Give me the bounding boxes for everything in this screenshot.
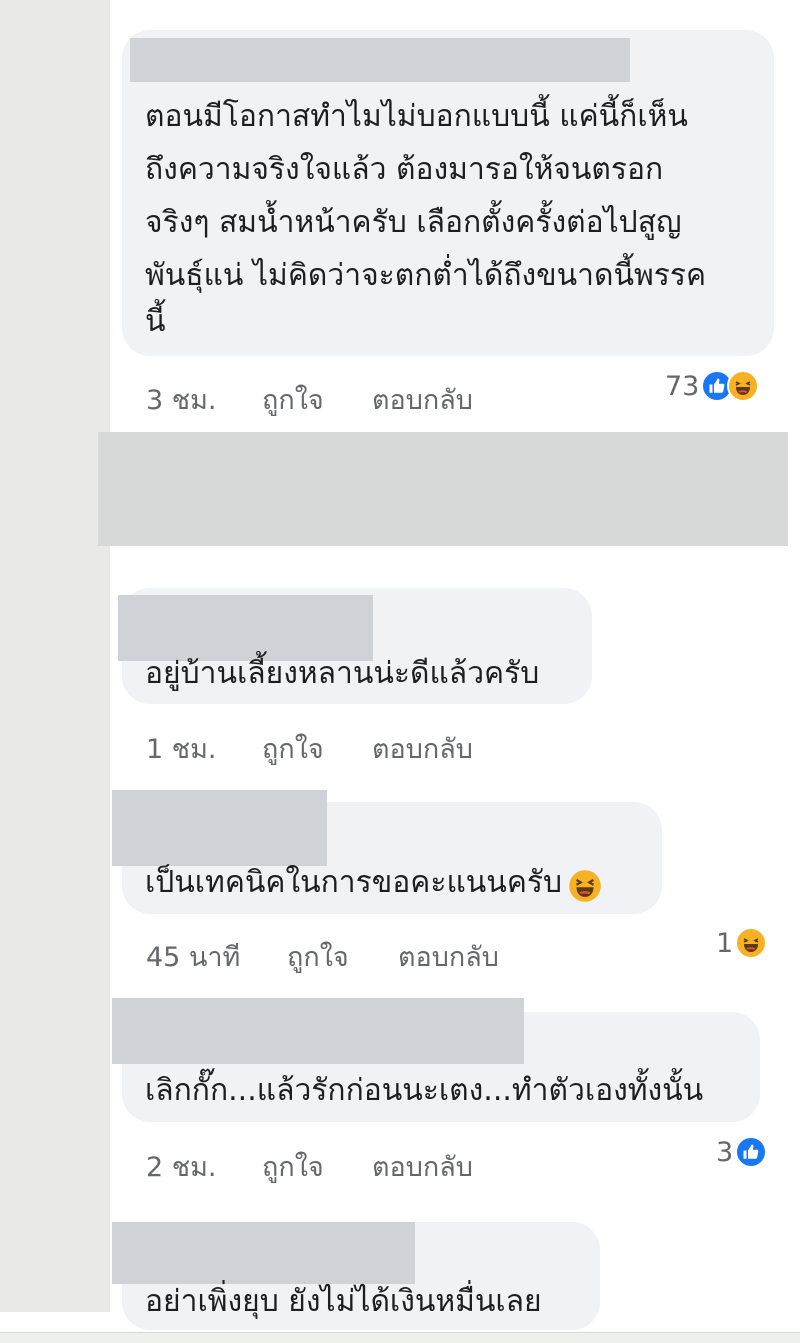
reaction-summary[interactable]: 3 bbox=[716, 1136, 768, 1168]
comment-text-line: นี้ bbox=[145, 304, 166, 339]
comment-text-line: จริงๆ สมน้ำหน้าครับ เลือกตั้งครั้งต่อไปส… bbox=[145, 205, 682, 240]
comment-text-line: เลิกกั๊ก...แล้วรักก่อนนะเตง...ทำตัวเองทั… bbox=[145, 1073, 704, 1108]
laughing-emoji-icon bbox=[568, 867, 602, 902]
haha-icon bbox=[727, 370, 760, 402]
reaction-summary[interactable]: 1 bbox=[716, 927, 768, 959]
like-button[interactable]: ถูกใจ bbox=[262, 1145, 324, 1188]
like-button[interactable]: ถูกใจ bbox=[287, 935, 349, 978]
comment-text-line: พันธุ์แน่ ไม่คิดว่าจะตกต่ำได้ถึงขนาดนี้พ… bbox=[145, 258, 707, 293]
reply-button[interactable]: ตอบกลับ bbox=[372, 727, 473, 770]
left-gutter bbox=[0, 0, 110, 1312]
reply-button[interactable]: ตอบกลับ bbox=[398, 935, 499, 978]
like-button[interactable]: ถูกใจ bbox=[262, 727, 324, 770]
redacted-commenter-name bbox=[130, 38, 630, 82]
comment-text-line: ตอนมีโอกาสทำไมไม่บอกแบบนี้ แค่นี้ก็เห็น bbox=[145, 99, 688, 134]
redacted-commenter-name bbox=[112, 998, 524, 1064]
reply-button[interactable]: ตอบกลับ bbox=[372, 1145, 473, 1188]
haha-icon bbox=[735, 927, 768, 959]
bottom-edge bbox=[0, 1332, 800, 1343]
comment-timestamp[interactable]: 45 นาที bbox=[146, 935, 240, 978]
comment-timestamp[interactable]: 2 ชม. bbox=[146, 1145, 216, 1188]
comment-text-line: เป็นเทคนิคในการขอคะแนนครับ bbox=[145, 856, 602, 909]
reply-button[interactable]: ตอบกลับ bbox=[372, 378, 473, 421]
comment-timestamp[interactable]: 1 ชม. bbox=[146, 727, 216, 770]
redacted-commenter-name bbox=[112, 790, 327, 866]
reaction-count: 3 bbox=[716, 1136, 734, 1168]
comment-text-line: ถึงความจริงใจแล้ว ต้องมารอให้จนตรอก bbox=[145, 152, 664, 187]
comment-timestamp[interactable]: 3 ชม. bbox=[146, 378, 216, 421]
like-button[interactable]: ถูกใจ bbox=[262, 378, 324, 421]
comment-text-line: อย่าเพิ่งยุบ ยังไม่ได้เงินหมื่นเลย bbox=[145, 1284, 542, 1319]
reaction-count: 73 bbox=[665, 370, 700, 402]
like-icon bbox=[735, 1136, 768, 1168]
comment-text-line: อยู่บ้านเลี้ยงหลานน่ะดีแล้วครับ bbox=[145, 656, 540, 691]
redacted-overlay bbox=[98, 432, 788, 546]
reaction-summary[interactable]: 73 bbox=[665, 370, 760, 402]
comment-text: เป็นเทคนิคในการขอคะแนนครับ bbox=[145, 865, 563, 900]
reaction-count: 1 bbox=[716, 927, 734, 959]
